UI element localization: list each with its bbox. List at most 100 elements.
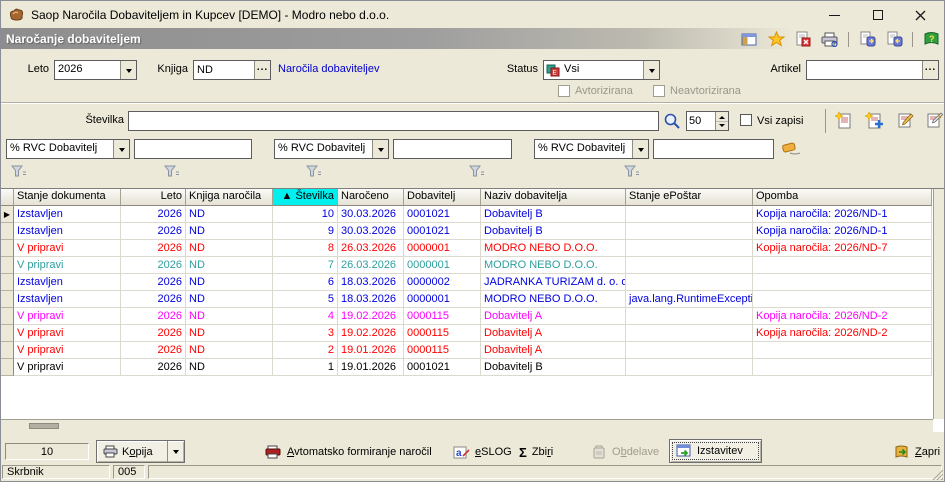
grid-cell[interactable]: Dobavitelj B: [481, 206, 626, 223]
print-icon[interactable]: [821, 31, 839, 48]
column-header-leto[interactable]: Leto: [121, 189, 186, 206]
table-row[interactable]: V pripravi 2026 ND 4 19.02.2026 0000115 Dobavi…: [1, 308, 932, 325]
grid-cell[interactable]: ND: [186, 291, 273, 308]
grid-cell[interactable]: 2026: [121, 223, 186, 240]
insert-record-icon[interactable]: [864, 111, 884, 132]
grid-cell[interactable]: ND: [186, 274, 273, 291]
grid-cell[interactable]: Dobavitelj A: [481, 342, 626, 359]
row-marker[interactable]: [1, 257, 14, 274]
grid-cell[interactable]: 9: [273, 223, 338, 240]
column-header-naziv-dobavitelja[interactable]: Naziv dobavitelja: [481, 189, 626, 206]
batch-edit-icon[interactable]: [925, 111, 944, 132]
grid-cell[interactable]: 0001021: [404, 223, 481, 240]
grid-cell[interactable]: MODRO NEBO D.O.O.: [481, 240, 626, 257]
grid-cell[interactable]: Kopija naročila: 2026/ND-2: [753, 325, 932, 342]
grid-cell[interactable]: ND: [186, 223, 273, 240]
vertical-scrollbar[interactable]: [933, 189, 944, 419]
column-filter-funnel-icon[interactable]: [10, 165, 27, 178]
grid-cell[interactable]: 8: [273, 240, 338, 257]
horizontal-scrollbar-thumb[interactable]: [29, 423, 59, 429]
grid-cell[interactable]: 0000001: [404, 240, 481, 257]
quickfilter-field-combobox-2[interactable]: % RVC Dobavitelj: [274, 139, 389, 159]
row-marker[interactable]: [1, 308, 14, 325]
grid-cell[interactable]: [626, 240, 753, 257]
grid-cell[interactable]: 19.01.2026: [338, 359, 404, 376]
column-filter-funnel-icon[interactable]: [468, 165, 485, 178]
grid-cell[interactable]: 2026: [121, 257, 186, 274]
grid-cell[interactable]: ND: [186, 308, 273, 325]
grid-cell[interactable]: ND: [186, 257, 273, 274]
row-marker[interactable]: [1, 240, 14, 257]
artikel-lookup-button[interactable]: ...: [922, 61, 938, 79]
grid-cell[interactable]: 2: [273, 342, 338, 359]
grid-cell[interactable]: 30.03.2026: [338, 223, 404, 240]
favorites-star-icon[interactable]: [767, 31, 785, 48]
grid-cell[interactable]: 26.03.2026: [338, 240, 404, 257]
grid-cell[interactable]: 2026: [121, 325, 186, 342]
kopija-dropdown-button[interactable]: [167, 441, 184, 462]
grid-cell[interactable]: 2026: [121, 206, 186, 223]
grid-cell[interactable]: MODRO NEBO D.O.O.: [481, 291, 626, 308]
grid-cell[interactable]: 30.03.2026: [338, 206, 404, 223]
grid-cell[interactable]: [753, 359, 932, 376]
current-row-marker[interactable]: ▶: [1, 206, 14, 223]
column-header-dobavitelj[interactable]: Dobavitelj: [404, 189, 481, 206]
grid-cell[interactable]: [753, 342, 932, 359]
grid-cell[interactable]: Izstavljen: [14, 291, 121, 308]
grid-cell[interactable]: ND: [186, 240, 273, 257]
grid-cell[interactable]: 0001021: [404, 359, 481, 376]
grid-cell[interactable]: Izstavljen: [14, 223, 121, 240]
table-row[interactable]: V pripravi 2026 ND 8 26.03.2026 0000001 MODRO …: [1, 240, 932, 257]
horizontal-scrollbar[interactable]: [1, 419, 933, 432]
leto-combobox[interactable]: 2026: [54, 60, 137, 80]
knjiga-input[interactable]: [194, 61, 254, 79]
grid-cell[interactable]: V pripravi: [14, 325, 121, 342]
grid-cell[interactable]: ND: [186, 359, 273, 376]
grid-cell[interactable]: [626, 223, 753, 240]
stevilka-field[interactable]: [128, 111, 659, 131]
quickfilter-value-input-3[interactable]: [654, 140, 773, 158]
grid-cell[interactable]: [626, 257, 753, 274]
quickfilter-dropdown-3[interactable]: [632, 140, 648, 158]
grid-cell[interactable]: 19.02.2026: [338, 325, 404, 342]
grid-cell[interactable]: V pripravi: [14, 359, 121, 376]
grid-cell[interactable]: [626, 206, 753, 223]
resize-grip[interactable]: [931, 468, 943, 480]
export-data-icon[interactable]: [858, 31, 876, 48]
table-row[interactable]: V pripravi 2026 ND 1 19.01.2026 0001021 Dobavi…: [1, 359, 932, 376]
column-filter-funnel-icon[interactable]: [305, 165, 322, 178]
column-header-knjiga-naro-ila[interactable]: Knjiga naročila: [186, 189, 273, 206]
grid-cell[interactable]: Kopija naročila: 2026/ND-1: [753, 206, 932, 223]
grid-cell[interactable]: 0000115: [404, 308, 481, 325]
grid-cell[interactable]: JADRANKA TURIZAM d. o. o.: [481, 274, 626, 291]
column-header-stanje-dokumenta[interactable]: Stanje dokumenta: [14, 189, 121, 206]
grid-cell[interactable]: 18.03.2026: [338, 291, 404, 308]
grid-cell[interactable]: 26.03.2026: [338, 257, 404, 274]
knjiga-lookup-button[interactable]: ...: [254, 61, 270, 79]
grid-cell[interactable]: [753, 291, 932, 308]
izstavitev-button[interactable]: Izstavitev: [669, 439, 762, 463]
grid-cell[interactable]: 5: [273, 291, 338, 308]
quickfilter-value-field-3[interactable]: [653, 139, 774, 159]
grid-cell[interactable]: 2026: [121, 240, 186, 257]
zbiri-button[interactable]: Σ Zbiri: [519, 441, 553, 463]
grid-cell[interactable]: 0000115: [404, 342, 481, 359]
grid-cell[interactable]: [626, 342, 753, 359]
column-header-marker[interactable]: [1, 189, 14, 206]
row-marker[interactable]: [1, 223, 14, 240]
maximize-button[interactable]: [862, 6, 894, 24]
quickfilter-field-combobox-3[interactable]: % RVC Dobavitelj: [534, 139, 649, 159]
grid-cell[interactable]: Dobavitelj A: [481, 325, 626, 342]
grid-cell[interactable]: 0001021: [404, 206, 481, 223]
grid-cell[interactable]: 2026: [121, 359, 186, 376]
grid-cell[interactable]: Dobavitelj B: [481, 359, 626, 376]
table-row[interactable]: V pripravi 2026 ND 7 26.03.2026 0000001 MODRO …: [1, 257, 932, 274]
column-header-opomba[interactable]: Opomba: [753, 189, 932, 206]
spinner-buttons[interactable]: [715, 112, 728, 130]
new-record-icon[interactable]: [834, 111, 853, 132]
grid-layout-icon[interactable]: [740, 31, 758, 48]
grid-cell[interactable]: 7: [273, 257, 338, 274]
zapri-button[interactable]: Zapri: [894, 441, 940, 463]
grid-cell[interactable]: java.lang.RuntimeExcepti: [626, 291, 753, 308]
grid-cell[interactable]: 2026: [121, 291, 186, 308]
